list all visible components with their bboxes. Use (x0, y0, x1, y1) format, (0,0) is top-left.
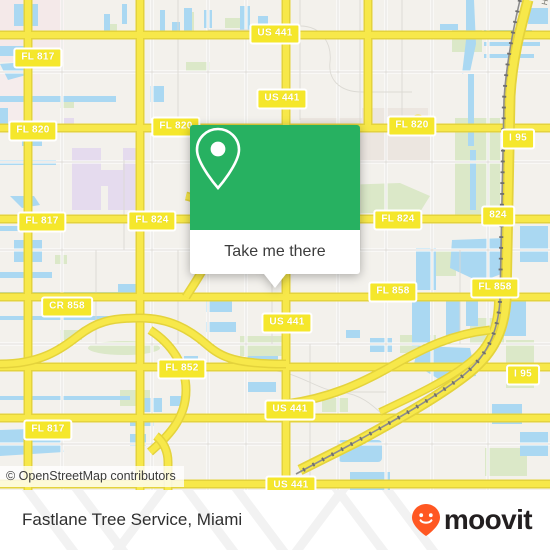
road-shield: US 441 (261, 312, 313, 334)
road-shield: US 441 (264, 399, 316, 421)
road-shield: FL 858 (470, 277, 520, 299)
road-shield: I 95 (506, 364, 540, 386)
road-shield: FL 820 (387, 115, 437, 137)
road-shield: FL 824 (127, 210, 177, 232)
map-pin-icon (195, 127, 241, 190)
take-me-there-button[interactable]: Take me there (190, 230, 360, 274)
road-shield: FL 817 (17, 211, 67, 233)
take-me-there-label: Take me there (224, 243, 326, 260)
road-shield: FL 820 (8, 120, 58, 142)
road-shield: US 441 (249, 23, 301, 45)
road-shield: FL 817 (13, 47, 63, 69)
popup-tail (264, 274, 286, 288)
popup-pin-panel (190, 125, 360, 230)
moovit-pin-smiley-icon (411, 504, 440, 536)
footer-bar: Fastlane Tree Service, Miami moovit (0, 490, 550, 550)
map-canvas[interactable]: Hollywood FL 817US 441US 441FL 820FL 820… (0, 0, 550, 490)
destination-popup[interactable]: Take me there (190, 125, 360, 288)
moovit-wordmark: moovit (443, 504, 533, 535)
road-shield: 824 (481, 205, 515, 227)
road-shield: I 95 (501, 128, 535, 150)
road-shield: FL 858 (368, 281, 418, 303)
road-shield: CR 858 (41, 296, 93, 318)
moovit-map-screenshot: Hollywood FL 817US 441US 441FL 820FL 820… (0, 0, 550, 550)
page-title: Fastlane Tree Service, Miami (22, 510, 243, 529)
road-shield: FL 817 (23, 419, 73, 441)
road-shield: FL 824 (373, 209, 423, 231)
road-shield: US 441 (265, 475, 317, 490)
road-shield: FL 852 (157, 358, 207, 380)
moovit-brand[interactable]: moovit (411, 503, 533, 537)
osm-attribution: © OpenStreetMap contributors (0, 466, 184, 487)
road-shield: US 441 (256, 88, 308, 110)
